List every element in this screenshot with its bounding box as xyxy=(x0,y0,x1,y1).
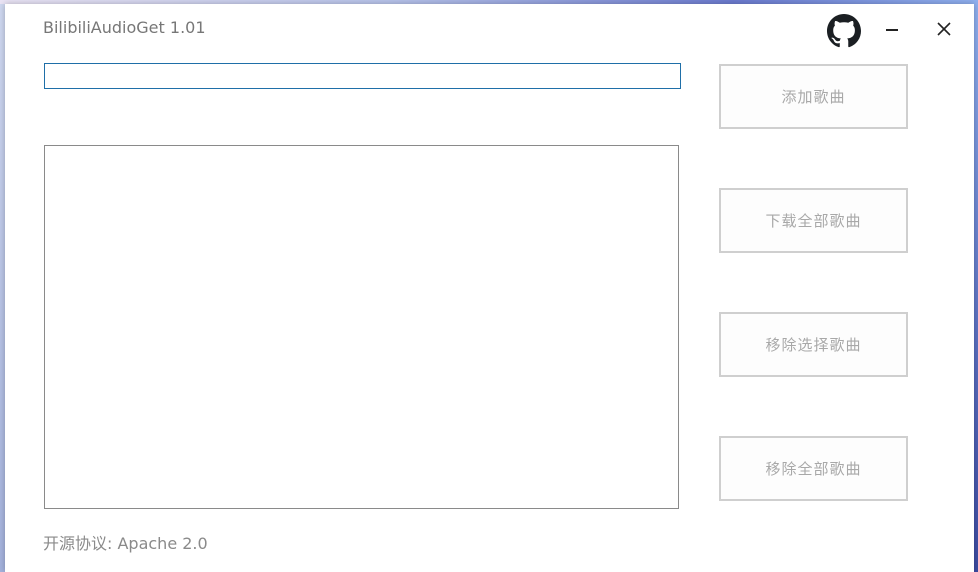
download-all-button[interactable]: 下载全部歌曲 xyxy=(719,188,908,253)
url-input[interactable] xyxy=(44,63,681,89)
minimize-button[interactable] xyxy=(875,12,909,46)
github-icon[interactable] xyxy=(827,14,861,48)
song-list[interactable] xyxy=(44,145,679,509)
desktop-strip-right xyxy=(974,0,978,572)
add-song-button[interactable]: 添加歌曲 xyxy=(719,64,908,129)
close-icon xyxy=(937,22,951,36)
app-window: BilibiliAudioGet 1.01 添加歌曲 下载全部歌曲 移除选择歌曲… xyxy=(5,4,974,572)
remove-all-button[interactable]: 移除全部歌曲 xyxy=(719,436,908,501)
close-button[interactable] xyxy=(927,12,961,46)
remove-selected-button[interactable]: 移除选择歌曲 xyxy=(719,312,908,377)
window-title: BilibiliAudioGet 1.01 xyxy=(43,18,206,37)
minimize-icon xyxy=(886,29,898,31)
license-text: 开源协议: Apache 2.0 xyxy=(43,534,208,553)
